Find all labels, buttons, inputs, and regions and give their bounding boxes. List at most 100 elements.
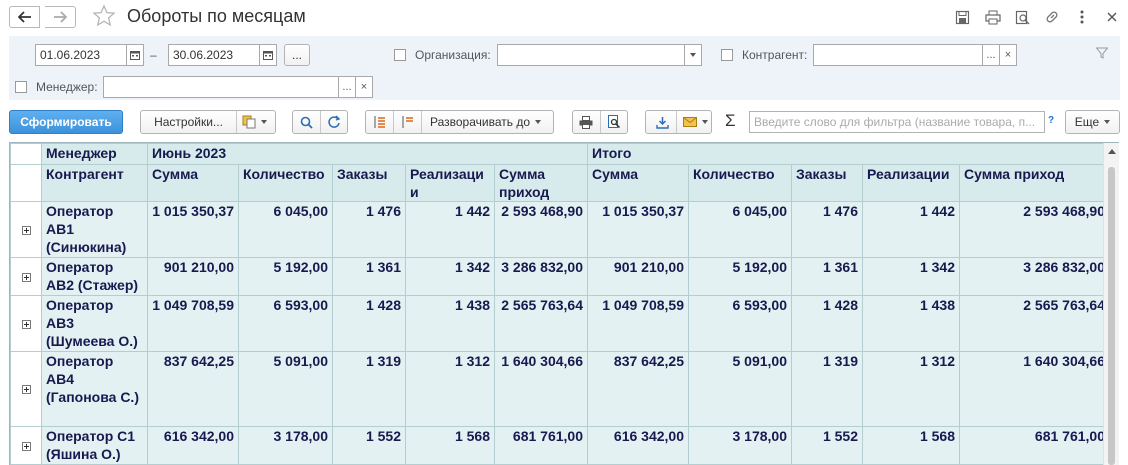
value-cell[interactable]: 1 361	[332, 257, 406, 296]
value-cell[interactable]: 1 428	[332, 295, 406, 352]
value-cell[interactable]: 1 568	[862, 426, 960, 465]
forward-button[interactable]	[45, 6, 76, 28]
contractor-clear-button[interactable]: ×	[1000, 44, 1017, 66]
link-icon[interactable]	[1043, 8, 1061, 26]
collapse-all-button[interactable]	[394, 115, 421, 129]
value-cell[interactable]: 1 640 304,66	[959, 351, 1110, 427]
date-to-calendar-button[interactable]	[260, 44, 277, 66]
sum-icon[interactable]: Σ	[725, 111, 736, 131]
table-row[interactable]: Оператор АВ4 (Гапонова С.) 837 642,25 5 09…	[10, 351, 1110, 427]
value-cell[interactable]: 1 049 708,59	[587, 295, 689, 352]
value-cell[interactable]: 3 178,00	[238, 426, 333, 465]
value-cell[interactable]: 5 091,00	[238, 351, 333, 427]
value-cell[interactable]: 1 312	[405, 351, 495, 427]
value-cell[interactable]: 1 552	[791, 426, 863, 465]
expand-plus-icon[interactable]	[21, 441, 31, 451]
close-icon[interactable]	[1103, 8, 1121, 26]
value-cell[interactable]: 5 192,00	[688, 257, 792, 296]
manager-name-cell[interactable]: Оператор АВ3 (Шумеева О.)	[41, 295, 148, 352]
value-cell[interactable]: 5 192,00	[238, 257, 333, 296]
manager-name-cell[interactable]: Оператор АВ4 (Гапонова С.)	[41, 351, 148, 427]
value-cell[interactable]: 1 319	[791, 351, 863, 427]
download-button[interactable]	[649, 116, 676, 129]
scroll-up-icon[interactable]	[1108, 149, 1116, 154]
help-icon[interactable]: ?	[1048, 115, 1054, 126]
expand-plus-icon[interactable]	[21, 385, 31, 394]
value-cell[interactable]: 1 552	[332, 426, 406, 465]
print-icon[interactable]	[984, 8, 1002, 26]
contractor-field[interactable]	[813, 44, 983, 66]
value-cell[interactable]: 1 476	[791, 201, 863, 258]
value-cell[interactable]: 6 045,00	[688, 201, 792, 258]
value-cell[interactable]: 1 342	[862, 257, 960, 296]
value-cell[interactable]: 1 438	[862, 295, 960, 352]
filter-search-input[interactable]: Введите слово для фильтра (название това…	[749, 111, 1045, 133]
table-row[interactable]: Оператор С1 (Яшина О.) 616 342,00 3 178,00…	[10, 426, 1110, 465]
star-icon[interactable]	[92, 4, 116, 28]
value-cell[interactable]: 1 015 350,37	[147, 201, 239, 258]
value-cell[interactable]: 681 761,00	[494, 426, 588, 465]
value-cell[interactable]: 2 593 468,90	[494, 201, 588, 258]
value-cell[interactable]: 1 442	[405, 201, 495, 258]
value-cell[interactable]: 2 565 763,64	[494, 295, 588, 352]
settings-button[interactable]: Настройки...	[141, 115, 236, 129]
value-cell[interactable]: 2 565 763,64	[959, 295, 1110, 352]
date-from-field[interactable]: 01.06.2023	[35, 44, 127, 66]
value-cell[interactable]: 3 286 832,00	[494, 257, 588, 296]
organization-field[interactable]	[497, 44, 685, 66]
value-cell[interactable]: 1 015 350,37	[587, 201, 689, 258]
value-cell[interactable]: 1 428	[791, 295, 863, 352]
scrollbar-thumb[interactable]	[1108, 167, 1115, 465]
vertical-scrollbar[interactable]	[1103, 143, 1119, 465]
manager-field[interactable]	[103, 76, 339, 98]
date-from-calendar-button[interactable]	[127, 44, 144, 66]
value-cell[interactable]: 837 642,25	[147, 351, 239, 427]
send-email-button[interactable]	[677, 117, 708, 127]
manager-checkbox[interactable]	[15, 81, 27, 93]
value-cell[interactable]: 1 049 708,59	[147, 295, 239, 352]
generate-button[interactable]: Сформировать	[9, 110, 123, 134]
manager-select-button[interactable]: ...	[339, 76, 356, 98]
value-cell[interactable]: 681 761,00	[959, 426, 1110, 465]
save-icon[interactable]	[953, 8, 971, 26]
period-select-button[interactable]: ...	[284, 44, 310, 66]
value-cell[interactable]: 3 178,00	[688, 426, 792, 465]
value-cell[interactable]: 5 091,00	[688, 351, 792, 427]
table-row[interactable]: Оператор АВ3 (Шумеева О.) 1 049 708,59 6 5…	[10, 295, 1110, 352]
value-cell[interactable]: 1 640 304,66	[494, 351, 588, 427]
table-row[interactable]: Оператор АВ1 (Синюкина) 1 015 350,37 6 045…	[10, 201, 1110, 258]
expand-plus-icon[interactable]	[21, 272, 31, 282]
date-to-field[interactable]: 30.06.2023	[168, 44, 260, 66]
contractor-select-button[interactable]: ...	[983, 44, 1000, 66]
manager-name-cell[interactable]: Оператор АВ1 (Синюкина)	[41, 201, 148, 258]
manager-name-cell[interactable]: Оператор С1 (Яшина О.)	[41, 426, 148, 465]
value-cell[interactable]: 616 342,00	[147, 426, 239, 465]
value-cell[interactable]: 1 442	[862, 201, 960, 258]
manager-name-cell[interactable]: Оператор АВ2 (Стажер)	[41, 257, 148, 296]
manager-clear-button[interactable]: ×	[356, 76, 373, 98]
value-cell[interactable]: 6 593,00	[688, 295, 792, 352]
value-cell[interactable]: 1 568	[405, 426, 495, 465]
value-cell[interactable]: 6 593,00	[238, 295, 333, 352]
value-cell[interactable]: 1 438	[405, 295, 495, 352]
more-button[interactable]: Еще	[1065, 110, 1120, 134]
expand-all-button[interactable]	[366, 115, 393, 129]
print-button[interactable]	[573, 115, 600, 129]
organization-dropdown-button[interactable]	[685, 44, 702, 66]
find-button[interactable]	[293, 116, 320, 129]
value-cell[interactable]: 901 210,00	[147, 257, 239, 296]
value-cell[interactable]: 1 361	[791, 257, 863, 296]
expand-plus-icon[interactable]	[21, 225, 31, 235]
more-vert-icon[interactable]	[1073, 8, 1091, 26]
value-cell[interactable]: 1 342	[405, 257, 495, 296]
value-cell[interactable]: 901 210,00	[587, 257, 689, 296]
table-row[interactable]: Оператор АВ2 (Стажер) 901 210,00 5 192,00 1…	[10, 257, 1110, 296]
funnel-icon[interactable]	[1096, 47, 1108, 59]
value-cell[interactable]: 1 476	[332, 201, 406, 258]
value-cell[interactable]: 1 312	[862, 351, 960, 427]
value-cell[interactable]: 6 045,00	[238, 201, 333, 258]
copy-variant-button[interactable]	[237, 115, 267, 129]
back-button[interactable]	[9, 6, 40, 28]
value-cell[interactable]: 837 642,25	[587, 351, 689, 427]
organization-checkbox[interactable]	[394, 49, 406, 61]
